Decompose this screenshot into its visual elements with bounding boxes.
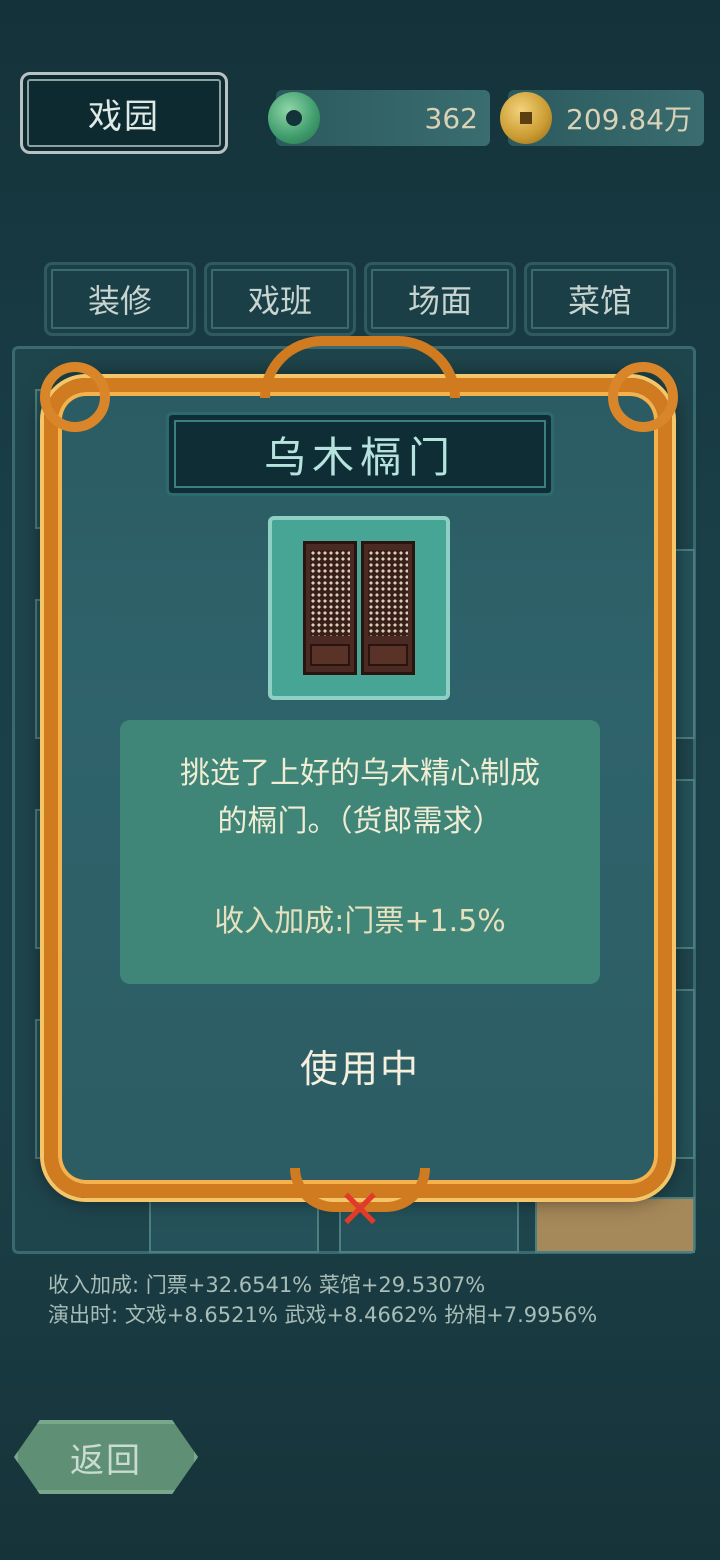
tab-decoration[interactable]: 装修 bbox=[44, 262, 196, 336]
description-line: 的槅门。（货郎需求） bbox=[217, 804, 503, 839]
item-name: 乌木槅门 bbox=[166, 412, 554, 496]
bonus-text: 收入加成:门票+1.5% bbox=[214, 904, 506, 939]
gold-coin-icon bbox=[500, 92, 552, 144]
item-card[interactable] bbox=[149, 1197, 319, 1253]
frame-ornament bbox=[40, 362, 110, 432]
back-button[interactable]: 返回 bbox=[14, 1420, 198, 1494]
jade-value: 362 bbox=[424, 101, 478, 135]
stats-income: 收入加成: 门票+32.6541% 菜馆+29.5307% bbox=[48, 1273, 486, 1297]
close-icon[interactable]: ✕ bbox=[334, 1183, 386, 1237]
description-box: 挑选了上好的乌木精心制成 的槅门。（货郎需求） 收入加成:门票+1.5% bbox=[120, 720, 600, 984]
page-title: 戏园 bbox=[20, 72, 228, 154]
item-card[interactable] bbox=[535, 1197, 695, 1253]
frame-ornament bbox=[608, 362, 678, 432]
lattice-door-icon bbox=[268, 516, 450, 700]
description-line: 挑选了上好的乌木精心制成 bbox=[180, 756, 540, 791]
jade-coin-icon bbox=[268, 92, 320, 144]
stats-summary: 收入加成: 门票+32.6541% 菜馆+29.5307% 演出时: 文戏+8.… bbox=[48, 1270, 597, 1330]
status-label: 使用中 bbox=[299, 1047, 420, 1091]
tab-restaurant[interactable]: 菜馆 bbox=[524, 262, 676, 336]
gold-value: 209.84万 bbox=[566, 103, 692, 136]
tab-stage[interactable]: 场面 bbox=[364, 262, 516, 336]
frame-ornament bbox=[260, 336, 460, 398]
jade-currency: 362 bbox=[268, 90, 490, 146]
stats-performance: 演出时: 文戏+8.6521% 武戏+8.4662% 扮相+7.9956% bbox=[48, 1303, 598, 1327]
gold-currency: 209.84万 bbox=[500, 90, 704, 146]
tab-troupe[interactable]: 戏班 bbox=[204, 262, 356, 336]
